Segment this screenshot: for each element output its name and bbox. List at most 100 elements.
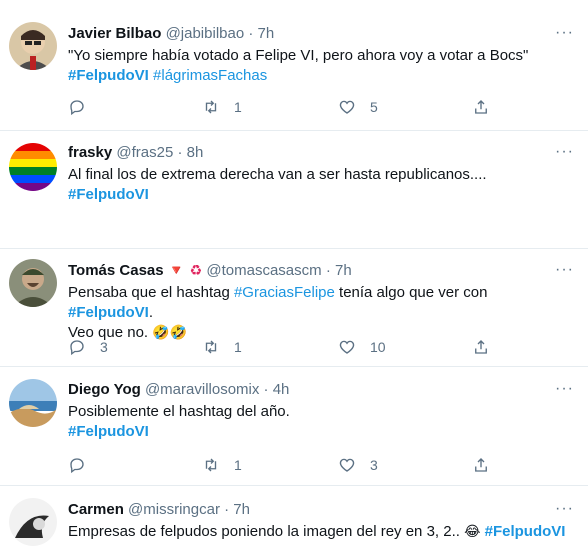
display-name[interactable]: Tomás Casas [68,262,164,279]
tweet-actions: 1 5 [68,97,488,117]
heart-icon [339,100,355,114]
tweet-body: Tomás Casas 🔻 ♻ @tomascasascm · 7h Pensa… [68,261,574,343]
timestamp[interactable]: 8h [187,144,204,161]
tweet-actions: 3 1 10 [68,337,488,357]
tweet-text: Al final los de extrema derecha van a se… [68,165,574,205]
display-name[interactable]: Javier Bilbao [68,25,161,42]
tweet-body: Javier Bilbao @jabibilbao · 7h "Yo siemp… [68,24,574,86]
user-handle[interactable]: @jabibilbao [166,25,245,42]
tweet-header: Javier Bilbao @jabibilbao · 7h [68,24,574,44]
display-name[interactable]: Diego Yog [68,381,141,398]
reply-button[interactable]: 3 [68,337,108,357]
avatar[interactable] [9,379,57,427]
avatar[interactable] [9,143,57,191]
tweet-text-segment: tenía algo que ver con [334,284,488,301]
timestamp[interactable]: 7h [258,25,275,42]
like-count: 10 [370,339,386,355]
avatar[interactable] [9,259,57,307]
tweet-body: frasky @fras25 · 8h Al final los de extr… [68,143,574,205]
user-handle[interactable]: @missringcar [128,501,220,518]
retweet-button[interactable]: 1 [202,97,242,117]
heart-icon [339,458,355,472]
tweet-header: Carmen @missringcar · 7h [68,500,574,520]
tweet[interactable]: Javier Bilbao @jabibilbao · 7h "Yo siemp… [0,0,588,131]
tweet-text-line: Posiblemente el hashtag del año. [68,403,290,420]
hashtag-link[interactable]: #FelpudoVI [485,523,566,540]
laughing-emoji: 😂 [464,524,481,540]
user-handle[interactable]: @fras25 [116,144,173,161]
tweet-text-line: "Yo siempre había votado a Felipe VI, pe… [68,47,529,64]
display-name[interactable]: Carmen [68,501,124,518]
more-options-icon[interactable]: ··· [555,500,574,518]
tweet-text-line: Al final los de extrema derecha van a se… [68,166,487,183]
reply-icon [70,100,84,116]
tweet-actions: 1 3 [68,455,488,475]
tweet-text: Posiblemente el hashtag del año. #Felpud… [68,402,574,442]
retweet-count: 1 [234,457,242,473]
tweet[interactable]: Diego Yog @maravillosomix · 4h Posibleme… [0,367,588,486]
like-button[interactable]: 3 [338,455,378,475]
reply-count: 3 [100,339,108,355]
timestamp[interactable]: 7h [233,501,250,518]
retweet-button[interactable]: 1 [202,455,242,475]
more-options-icon[interactable]: ··· [555,143,574,161]
reply-button[interactable] [68,455,100,475]
hashtag-link[interactable]: #FelpudoVI [68,67,149,84]
retweet-icon [205,458,217,472]
tweet-text: Empresas de felpudos poniendo la imagen … [68,522,574,542]
more-options-icon[interactable]: ··· [555,380,574,398]
tweet-text: "Yo siempre había votado a Felipe VI, pe… [68,46,574,86]
user-handle[interactable]: @tomascasascm [206,262,321,279]
like-button[interactable]: 5 [338,97,378,117]
separator-dot: · [248,25,254,42]
timestamp[interactable]: 7h [335,262,352,279]
separator-dot: · [325,262,331,279]
more-options-icon[interactable]: ··· [555,261,574,279]
retweet-count: 1 [234,339,242,355]
display-name[interactable]: frasky [68,144,112,161]
share-icon [475,100,487,114]
retweet-icon [205,340,217,354]
reply-button[interactable] [68,97,100,117]
user-handle[interactable]: @maravillosomix [145,381,259,398]
reply-icon [70,458,84,474]
share-icon [475,458,487,472]
more-options-icon[interactable]: ··· [555,24,574,42]
share-button[interactable] [472,337,490,357]
share-button[interactable] [472,97,490,117]
hashtag-link[interactable]: #FelpudoVI [68,423,149,440]
hashtag-link[interactable]: #FelpudoVI [68,304,149,321]
retweet-button[interactable]: 1 [202,337,242,357]
like-button[interactable]: 10 [338,337,386,357]
timestamp[interactable]: 4h [273,381,290,398]
separator-dot: · [263,381,269,398]
tweet-text: Pensaba que el hashtag #GraciasFelipe te… [68,283,574,343]
hashtag-link[interactable]: #lágrimasFachas [153,67,267,84]
tweet-header: frasky @fras25 · 8h [68,143,574,163]
tweet-header: Diego Yog @maravillosomix · 4h [68,380,574,400]
tweet[interactable]: frasky @fras25 · 8h Al final los de extr… [0,131,588,249]
retweet-count: 1 [234,99,242,115]
hashtag-link[interactable]: #GraciasFelipe [234,284,335,301]
retweet-icon [205,100,217,114]
tweet-text-line: Empresas de felpudos poniendo la imagen … [68,523,465,540]
tweet-body: Carmen @missringcar · 7h Empresas de fel… [68,500,574,542]
share-button[interactable] [472,455,490,475]
avatar[interactable] [9,498,57,546]
separator-dot: · [177,144,183,161]
hashtag-link[interactable]: #FelpudoVI [68,186,149,203]
tweet-header: Tomás Casas 🔻 ♻ @tomascasascm · 7h [68,261,574,281]
tweet-text-segment: . [148,304,154,321]
tweet-body: Diego Yog @maravillosomix · 4h Posibleme… [68,380,574,442]
heart-icon [339,340,355,354]
tweet[interactable]: Carmen @missringcar · 7h Empresas de fel… [0,486,588,554]
like-count: 3 [370,457,378,473]
tweet[interactable]: Tomás Casas 🔻 ♻ @tomascasascm · 7h Pensa… [0,249,588,367]
like-count: 5 [370,99,378,115]
tweet-text-segment: Pensaba que el hashtag [68,284,234,301]
separator-dot: · [224,501,230,518]
share-icon [475,340,487,354]
avatar[interactable] [9,22,57,70]
reply-icon [70,340,84,356]
name-emojis: 🔻 ♻ [167,263,203,279]
